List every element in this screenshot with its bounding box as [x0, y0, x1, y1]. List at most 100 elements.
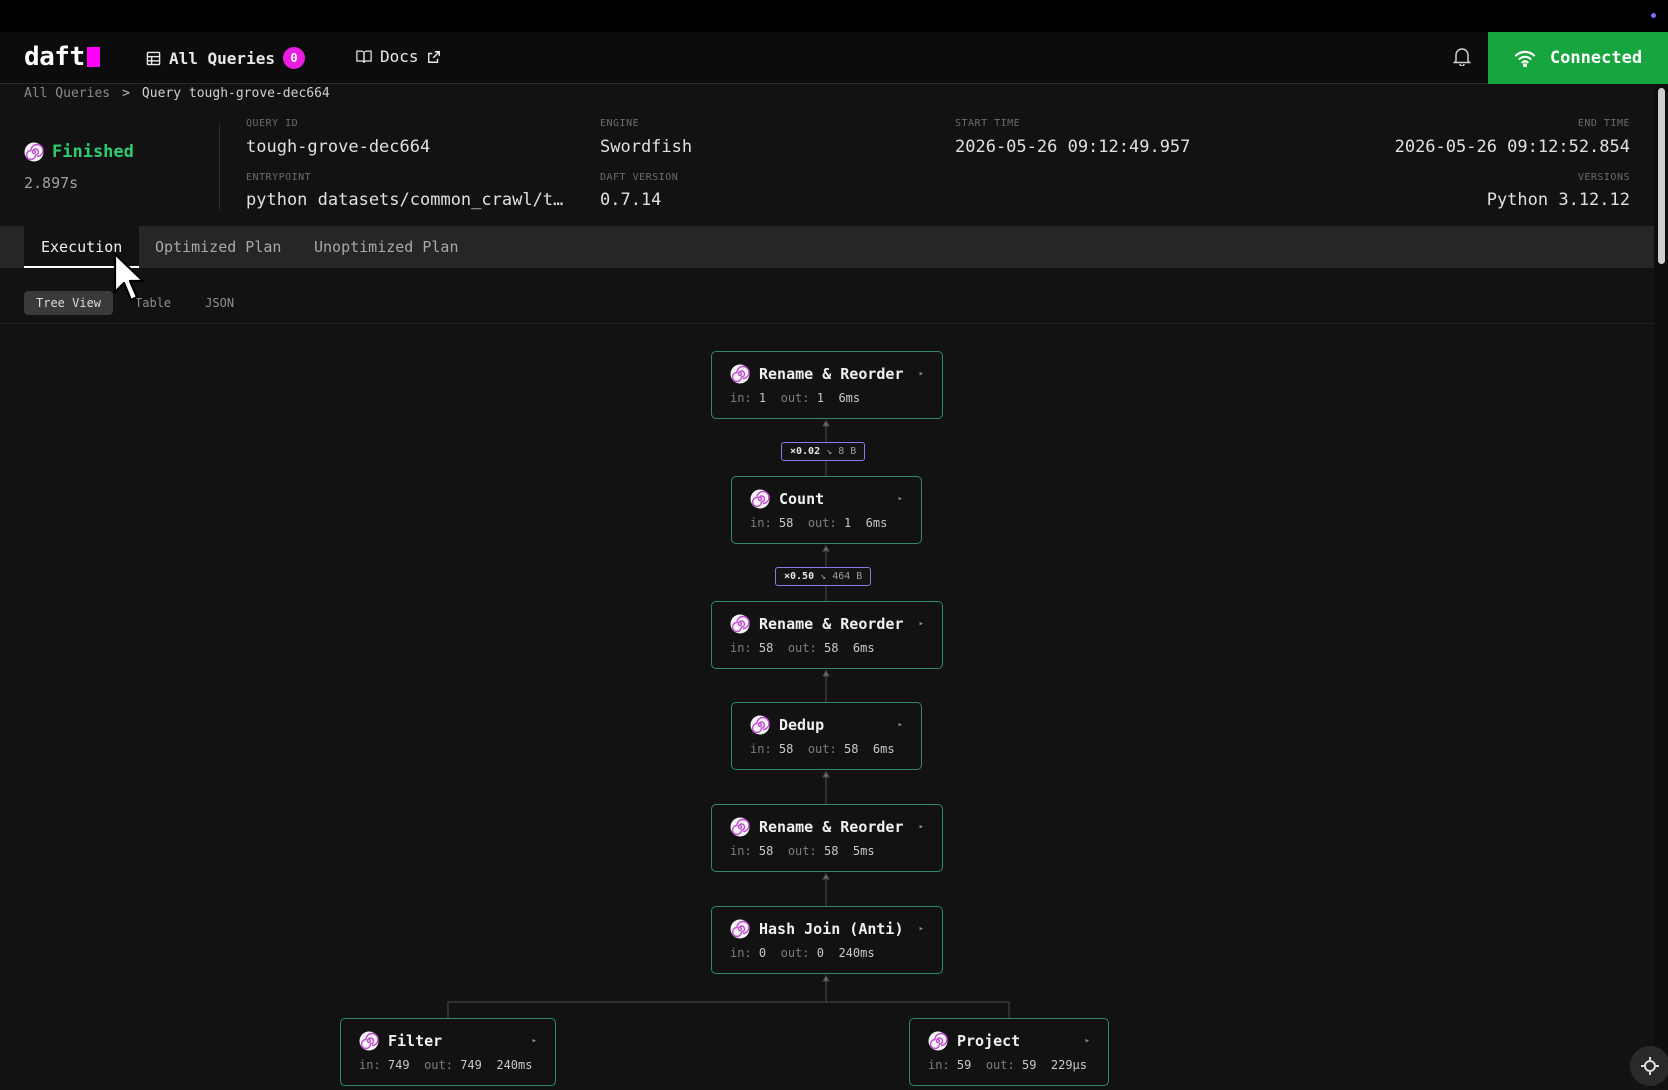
plan-node[interactable]: Count ▸ in: 58 out: 1 6ms	[731, 476, 922, 544]
plan-node-name: Project	[957, 1032, 1021, 1050]
plan-node-name: Hash Join (Anti)	[759, 920, 904, 938]
ratio-badge: ×0.50 ↘ 464 B	[775, 567, 872, 586]
arrowhead	[822, 545, 830, 552]
plan-node-title: Rename & Reorder	[730, 614, 904, 634]
plan-node-title: Rename & Reorder	[730, 364, 904, 384]
spiral-icon	[359, 1031, 379, 1051]
in-label: in:	[730, 641, 752, 655]
out-label: out:	[985, 1058, 1015, 1072]
in-value: 58	[778, 516, 794, 530]
plan-node[interactable]: Rename & Reorder ▸ in: 1 out: 1 6ms	[711, 351, 943, 419]
plan-node-title: Dedup	[750, 715, 824, 735]
out-value: 58	[823, 641, 839, 655]
spiral-icon	[730, 364, 750, 384]
play-arrow-icon[interactable]: ▸	[919, 619, 924, 629]
out-value: 1	[816, 391, 824, 405]
plan-node-title: Filter	[359, 1031, 442, 1051]
time-value: 240ms	[496, 1058, 533, 1072]
out-label: out:	[807, 516, 837, 530]
in-label: in:	[730, 946, 752, 960]
out-value: 59	[1021, 1058, 1037, 1072]
in-label: in:	[928, 1058, 950, 1072]
spiral-icon	[750, 715, 770, 735]
ratio-bytes: 8 B	[838, 446, 857, 457]
play-arrow-icon[interactable]: ▸	[1085, 1036, 1090, 1046]
in-value: 59	[956, 1058, 972, 1072]
plan-node-stats: in: 58 out: 58 5ms	[730, 844, 875, 858]
in-value: 1	[758, 391, 767, 405]
out-label: out:	[787, 641, 817, 655]
ratio-bytes: 464 B	[832, 571, 863, 582]
plan-node-stats: in: 1 out: 1 6ms	[730, 391, 860, 405]
gear-icon	[1641, 1057, 1659, 1075]
out-label: out:	[780, 946, 810, 960]
time-value: 6ms	[872, 742, 895, 756]
time-value: 240ms	[838, 946, 875, 960]
in-value: 58	[778, 742, 794, 756]
ratio-factor: ×0.02	[790, 446, 821, 457]
out-value: 1	[843, 516, 852, 530]
settings-corner-button[interactable]	[1630, 1046, 1668, 1086]
ratio-arrow: ↘	[826, 446, 833, 457]
time-value: 229µs	[1050, 1058, 1087, 1072]
plan-node-title: Count	[750, 489, 824, 509]
plan-node-title: Project	[928, 1031, 1020, 1051]
out-label: out:	[780, 391, 810, 405]
plan-node-name: Rename & Reorder	[759, 615, 904, 633]
arrowhead	[822, 975, 830, 982]
plan-node-name: Dedup	[779, 716, 825, 734]
time-value: 6ms	[852, 641, 875, 655]
in-value: 0	[758, 946, 767, 960]
spiral-icon	[928, 1031, 948, 1051]
play-arrow-icon[interactable]: ▸	[898, 720, 903, 730]
play-arrow-icon[interactable]: ▸	[532, 1036, 537, 1046]
time-value: 5ms	[852, 844, 875, 858]
play-arrow-icon[interactable]: ▸	[919, 369, 924, 379]
plan-node-stats: in: 59 out: 59 229µs	[928, 1058, 1087, 1072]
edge-branch	[447, 1001, 1010, 1019]
play-arrow-icon[interactable]: ▸	[919, 822, 924, 832]
plan-node[interactable]: Hash Join (Anti) ▸ in: 0 out: 0 240ms	[711, 906, 943, 974]
plan-node-name: Count	[779, 490, 825, 508]
spiral-icon	[730, 919, 750, 939]
plan-node[interactable]: Rename & Reorder ▸ in: 58 out: 58 5ms	[711, 804, 943, 872]
out-value: 749	[460, 1058, 482, 1072]
arrowhead	[822, 873, 830, 880]
arrowhead	[822, 670, 830, 677]
in-value: 58	[758, 844, 774, 858]
in-value: 58	[758, 641, 774, 655]
play-arrow-icon[interactable]: ▸	[919, 924, 924, 934]
spiral-icon	[730, 817, 750, 837]
plan-node-title: Rename & Reorder	[730, 817, 904, 837]
ratio-badge: ×0.02 ↘ 8 B	[781, 442, 866, 461]
plan-node-stats: in: 58 out: 58 6ms	[750, 742, 895, 756]
out-label: out:	[787, 844, 817, 858]
plan-node[interactable]: Rename & Reorder ▸ in: 58 out: 58 6ms	[711, 601, 943, 669]
spiral-icon	[750, 489, 770, 509]
out-value: 58	[843, 742, 859, 756]
in-label: in:	[730, 844, 752, 858]
plan-node[interactable]: Dedup ▸ in: 58 out: 58 6ms	[731, 702, 922, 770]
out-label: out:	[424, 1058, 453, 1072]
in-value: 749	[387, 1058, 410, 1072]
plan-node-name: Rename & Reorder	[759, 365, 904, 383]
in-label: in:	[730, 391, 752, 405]
out-value: 58	[823, 844, 839, 858]
plan-node-name: Rename & Reorder	[759, 818, 904, 836]
time-value: 6ms	[838, 391, 861, 405]
mouse-cursor-icon	[113, 252, 145, 302]
scrollbar-thumb[interactable]	[1658, 88, 1665, 264]
out-label: out:	[807, 742, 837, 756]
in-label: in:	[750, 742, 772, 756]
play-arrow-icon[interactable]: ▸	[898, 494, 903, 504]
in-label: in:	[750, 516, 772, 530]
arrowhead	[822, 420, 830, 427]
time-value: 6ms	[865, 516, 888, 530]
plan-node[interactable]: Filter ▸ in: 749 out: 749 240ms	[340, 1018, 556, 1086]
plan-node-stats: in: 749 out: 749 240ms	[359, 1058, 532, 1072]
out-value: 0	[816, 946, 824, 960]
ratio-arrow: ↘	[820, 571, 827, 582]
plan-node[interactable]: Project ▸ in: 59 out: 59 229µs	[909, 1018, 1109, 1086]
arrowhead	[822, 771, 830, 778]
plan-node-stats: in: 0 out: 0 240ms	[730, 946, 875, 960]
